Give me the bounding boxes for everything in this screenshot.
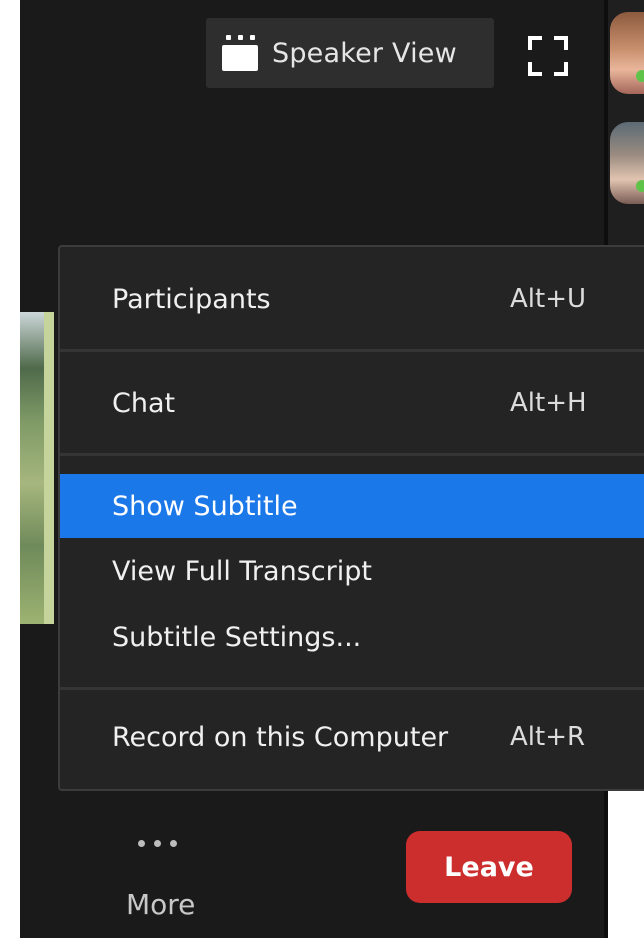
speaker-view-label: Speaker View [272, 37, 457, 69]
menu-divider [60, 349, 644, 352]
menu-item-shortcut: Alt+H [510, 388, 587, 418]
speaker-view-icon [220, 33, 260, 73]
shared-video-feed [20, 312, 46, 624]
menu-item-shortcut: Alt+R [510, 722, 586, 752]
menu-item-show-subtitle[interactable]: Show Subtitle [60, 474, 644, 538]
menu-item-shortcut: Alt+U [510, 284, 587, 314]
status-indicator-icon [636, 180, 644, 192]
fullscreen-icon[interactable] [528, 36, 568, 76]
menu-item-view-full-transcript[interactable]: View Full Transcript [60, 539, 644, 603]
participant-thumbnail[interactable] [610, 12, 644, 94]
participant-thumbnail[interactable] [610, 122, 644, 204]
more-options-menu: Participants Alt+U Chat Alt+H Show Subti… [58, 245, 644, 791]
menu-item-label: Subtitle Settings... [112, 621, 362, 653]
menu-item-label: Chat [112, 387, 176, 419]
ellipsis-icon[interactable] [138, 840, 177, 847]
speaker-view-button[interactable]: Speaker View [206, 18, 494, 88]
menu-divider [60, 687, 644, 690]
status-indicator-icon [636, 70, 644, 82]
menu-item-record[interactable]: Record on this Computer Alt+R [60, 705, 644, 769]
active-speaker-highlight [44, 312, 54, 624]
menu-item-label: View Full Transcript [112, 555, 372, 587]
menu-divider [60, 453, 644, 456]
menu-item-chat[interactable]: Chat Alt+H [60, 371, 644, 435]
menu-item-subtitle-settings[interactable]: Subtitle Settings... [60, 605, 644, 669]
leave-button[interactable]: Leave [406, 831, 572, 903]
menu-item-participants[interactable]: Participants Alt+U [60, 267, 644, 331]
more-button-label[interactable]: More [126, 888, 195, 921]
menu-item-label: Record on this Computer [112, 721, 449, 753]
menu-item-label: Participants [112, 283, 271, 315]
meeting-window: Speaker View Participants Alt+U Chat Alt… [0, 0, 644, 938]
menu-item-label: Show Subtitle [112, 490, 298, 522]
